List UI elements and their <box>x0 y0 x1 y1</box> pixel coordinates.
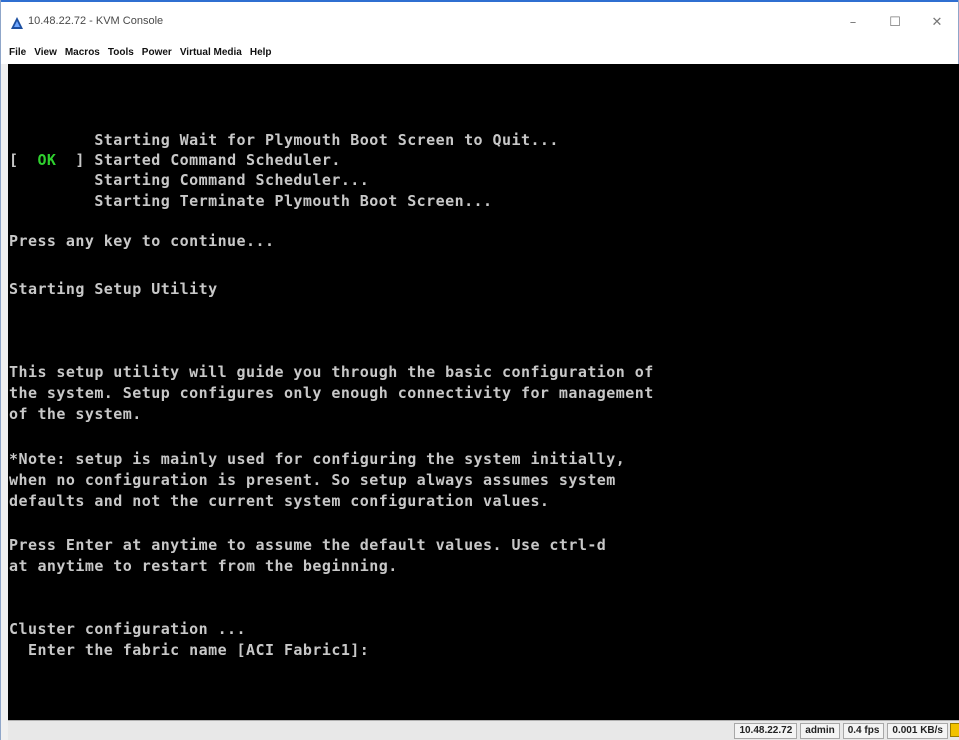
status-fps: 0.4 fps <box>842 723 885 739</box>
console-line-ok: [ OK ] Started Command Scheduler. <box>9 151 341 169</box>
kvm-console-screen[interactable]: Starting Wait for Plymouth Boot Screen t… <box>8 64 959 720</box>
menu-help[interactable]: Help <box>250 47 272 58</box>
console-prompt-line: Enter the fabric name [ACI Fabric1]: <box>9 641 370 659</box>
console-line: Starting Terminate Plymouth Boot Screen.… <box>9 192 493 210</box>
console-line: Starting Setup Utility <box>9 280 218 298</box>
menu-tools[interactable]: Tools <box>108 47 134 58</box>
status-cells: 10.48.22.72 admin 0.4 fps 0.001 KB/s <box>731 723 959 739</box>
console-line: Starting Wait for Plymouth Boot Screen t… <box>9 131 559 149</box>
menu-bar: File View Macros Tools Power Virtual Med… <box>1 40 958 64</box>
app-logo-icon <box>11 17 23 29</box>
title-bar[interactable]: 10.48.22.72 - KVM Console – ☐ ✕ <box>1 0 958 40</box>
console-line: This setup utility will guide you throug… <box>9 363 654 381</box>
console-line: Cluster configuration ... <box>9 620 247 638</box>
close-button[interactable]: ✕ <box>916 10 958 34</box>
console-line: the system. Setup configures only enough… <box>9 384 654 402</box>
status-rate: 0.001 KB/s <box>887 723 948 739</box>
status-bar: 10.48.22.72 admin 0.4 fps 0.001 KB/s <box>8 720 959 740</box>
window-title: 10.48.22.72 - KVM Console <box>28 15 164 27</box>
console-line: at anytime to restart from the beginning… <box>9 557 398 575</box>
menu-file[interactable]: File <box>9 47 26 58</box>
maximize-button[interactable]: ☐ <box>874 10 916 34</box>
window-controls: – ☐ ✕ <box>832 10 958 34</box>
console-line: of the system. <box>9 405 142 423</box>
ok-status: OK <box>37 151 57 169</box>
console-line: Starting Command Scheduler... <box>9 171 370 189</box>
console-line: Press Enter at anytime to assume the def… <box>9 536 607 554</box>
status-bracket: [ <box>9 151 38 169</box>
console-line: Press any key to continue... <box>9 232 275 250</box>
console-line: defaults and not the current system conf… <box>9 492 550 510</box>
status-user: admin <box>800 723 840 739</box>
menu-virtual-media[interactable]: Virtual Media <box>180 47 242 58</box>
menu-macros[interactable]: Macros <box>65 47 100 58</box>
status-host: 10.48.22.72 <box>734 723 798 739</box>
lock-icon <box>950 723 959 737</box>
menu-power[interactable]: Power <box>142 47 172 58</box>
minimize-button[interactable]: – <box>832 10 874 34</box>
terminal-output: Starting Wait for Plymouth Boot Screen t… <box>9 64 653 659</box>
kvm-console-window: 10.48.22.72 - KVM Console – ☐ ✕ File Vie… <box>0 0 959 740</box>
menu-view[interactable]: View <box>34 47 57 58</box>
console-line: when no configuration is present. So set… <box>9 471 616 489</box>
console-line: *Note: setup is mainly used for configur… <box>9 450 626 468</box>
